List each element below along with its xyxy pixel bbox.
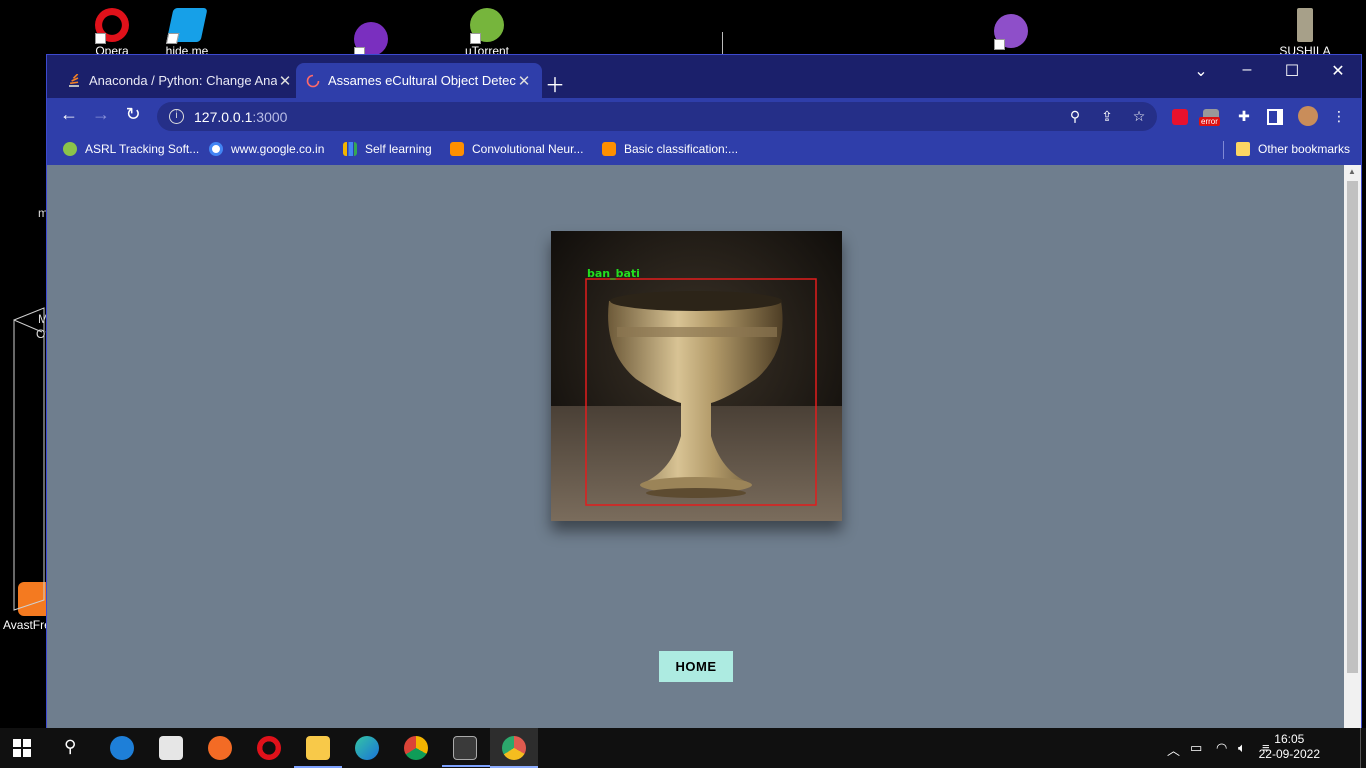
detection-result-image: ban_bati	[551, 231, 842, 521]
bookmark-self-learning[interactable]: Self learning	[343, 142, 432, 156]
url-port: :3000	[252, 108, 288, 125]
active-app-highlight	[490, 728, 538, 768]
profile-avatar[interactable]	[1298, 106, 1318, 126]
browser-toolbar: ← → ↻ i 127.0.0.1:3000 ⚲ ⇪ ☆ error ✚ ⋮	[47, 98, 1361, 135]
address-bar[interactable]: i 127.0.0.1:3000	[157, 102, 1157, 131]
clock[interactable]: 16:05 22-09-2022	[1259, 732, 1320, 762]
file-explorer-icon[interactable]	[294, 736, 342, 768]
back-button[interactable]: ←	[56, 104, 82, 125]
extensions-puzzle-icon[interactable]: ✚	[1234, 108, 1254, 125]
bookmark-asrl[interactable]: ASRL Tracking Soft...	[63, 142, 199, 156]
scrollbar-thumb[interactable]	[1347, 181, 1358, 673]
clock-time: 16:05	[1274, 732, 1305, 746]
bookmarks-separator	[1223, 141, 1224, 159]
folder-icon	[1236, 142, 1250, 156]
bookmark-label: www.google.co.in	[231, 142, 325, 156]
edge-icon[interactable]	[355, 736, 379, 760]
bookmark-star-icon[interactable]: ☆	[1129, 108, 1149, 125]
tab-anaconda[interactable]: Anaconda / Python: Change Anaconda Promp…	[57, 63, 303, 98]
site-info-icon[interactable]: i	[169, 109, 184, 124]
firefox-icon[interactable]	[208, 736, 232, 760]
scroll-up-icon[interactable]: ▲	[1348, 167, 1356, 176]
detection-label: ban_bati	[587, 267, 640, 280]
desktop-icon-tor[interactable]	[336, 22, 406, 58]
bar-chart-icon	[343, 142, 357, 156]
tab-search-icon[interactable]: ⌄	[1187, 61, 1215, 81]
battery-icon[interactable]: ▭	[1190, 740, 1202, 756]
show-desktop-button[interactable]	[1360, 728, 1366, 768]
bookmark-label: Basic classification:...	[624, 142, 739, 156]
windows-start-icon[interactable]	[12, 738, 32, 758]
share-icon[interactable]: ⇪	[1097, 108, 1117, 125]
forward-button[interactable]: →	[88, 104, 114, 125]
utorrent-icon	[470, 8, 504, 44]
extension-error-badge: error	[1199, 117, 1220, 126]
store-icon[interactable]	[159, 736, 183, 760]
wifi-icon[interactable]: ◠	[1216, 740, 1227, 756]
search-icon[interactable]: ⚲	[64, 737, 76, 757]
chrome-alt-icon[interactable]	[404, 736, 428, 760]
desktop-icon-opera[interactable]: Opera	[77, 8, 147, 58]
taskbar: ⚲ ︿ ▭ ◠ 🔈︎ ≡ 16:05 22-09-2022	[0, 728, 1366, 768]
opera-taskbar-icon[interactable]	[257, 736, 281, 760]
vpn-icon	[165, 8, 208, 44]
bookmark-label: Other bookmarks	[1258, 142, 1351, 156]
bookmark-label: Self learning	[365, 142, 432, 156]
show-hidden-icons[interactable]: ︿	[1167, 740, 1180, 759]
tab-assames[interactable]: Assames eCultural Object Detection ✕	[296, 63, 542, 98]
home-button[interactable]: HOME	[659, 651, 733, 682]
desktop-icon-utorrent[interactable]: uTorrent	[452, 8, 522, 58]
close-window-button[interactable]: ✕	[1324, 61, 1352, 81]
terminal-icon[interactable]	[442, 736, 490, 767]
bookmark-google[interactable]: www.google.co.in	[209, 142, 324, 156]
close-tab-icon[interactable]: ✕	[516, 72, 532, 90]
volume-icon[interactable]: 🔈︎	[1238, 740, 1246, 756]
github-icon	[994, 14, 1028, 50]
tab-title: Assames eCultural Object Detection	[328, 73, 516, 88]
desktop-wireframe	[13, 307, 45, 611]
browser-window: Anaconda / Python: Change Anaconda Promp…	[46, 54, 1362, 729]
vertical-scrollbar[interactable]: ▲	[1344, 165, 1361, 729]
edge-legacy-icon[interactable]	[110, 736, 134, 760]
opera-icon	[95, 8, 129, 44]
desktop-divider	[722, 32, 723, 54]
bookmark-cnn[interactable]: Convolutional Neur...	[450, 142, 583, 156]
reload-button[interactable]: ↻	[120, 104, 146, 125]
tensorflow-icon	[602, 142, 616, 156]
close-tab-icon[interactable]: ✕	[277, 72, 293, 90]
zoom-icon[interactable]: ⚲	[1065, 108, 1085, 125]
more-menu-icon[interactable]: ⋮	[1329, 108, 1349, 125]
stackoverflow-icon	[69, 73, 79, 87]
desktop-icon-sushila[interactable]: SUSHILA	[1270, 8, 1340, 58]
google-icon	[209, 142, 223, 156]
url-host: 127.0.0.1	[194, 108, 253, 125]
user-folder-icon	[1297, 8, 1313, 42]
loading-spinner-icon	[306, 74, 320, 87]
desktop-icon-github[interactable]	[976, 14, 1046, 50]
other-bookmarks[interactable]: Other bookmarks	[1236, 142, 1350, 156]
new-tab-button[interactable]: ＋	[545, 69, 565, 98]
tab-title: Anaconda / Python: Change Anaconda Promp…	[89, 73, 277, 88]
page-content: ban_bati HOME	[47, 165, 1345, 729]
side-panel-icon[interactable]	[1267, 109, 1283, 125]
bookmark-label: Convolutional Neur...	[472, 142, 584, 156]
tensorflow-icon	[450, 142, 464, 156]
extension-error-icon[interactable]: error	[1199, 109, 1220, 126]
tor-browser-icon	[354, 22, 388, 58]
extension-red-icon[interactable]	[1172, 109, 1188, 125]
maximize-button[interactable]: ☐	[1278, 61, 1306, 81]
clock-date: 22-09-2022	[1258, 747, 1320, 761]
bookmarks-bar: ASRL Tracking Soft... www.google.co.in S…	[47, 135, 1361, 165]
asrl-favicon-icon	[63, 142, 77, 156]
bookmark-label: ASRL Tracking Soft...	[85, 142, 200, 156]
minimize-button[interactable]: –	[1233, 61, 1261, 79]
title-bar: Anaconda / Python: Change Anaconda Promp…	[47, 55, 1361, 98]
bookmark-basic-classification[interactable]: Basic classification:...	[602, 142, 738, 156]
